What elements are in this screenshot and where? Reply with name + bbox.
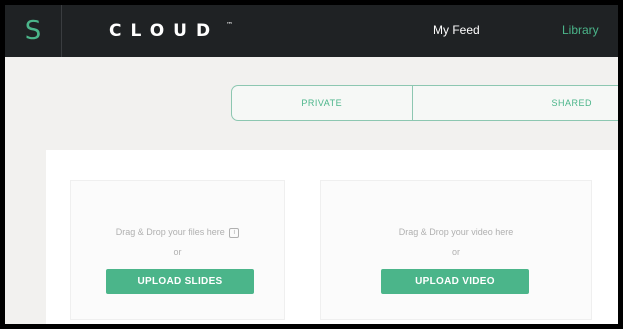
- nav-link-library[interactable]: Library: [562, 23, 599, 37]
- top-navbar: S CLOUD ™ My Feed Library: [5, 5, 618, 57]
- upload-video-button[interactable]: UPLOAD VIDEO: [381, 269, 529, 294]
- slides-drop-text: Drag & Drop your files here i: [71, 227, 284, 238]
- tab-private[interactable]: PRIVATE: [232, 86, 412, 120]
- slides-drop-label: Drag & Drop your files here: [115, 227, 225, 237]
- upload-slides-button[interactable]: UPLOAD SLIDES: [106, 269, 254, 294]
- brand-name: CLOUD: [109, 21, 220, 41]
- info-icon[interactable]: i: [229, 227, 240, 238]
- video-drop-text: Drag & Drop your video here: [398, 227, 514, 237]
- tab-shared[interactable]: SHARED: [411, 86, 619, 120]
- nav-link-my-feed[interactable]: My Feed: [433, 23, 480, 37]
- video-or-text: or: [451, 247, 460, 257]
- video-drop-zone[interactable]: Drag & Drop your video here or UPLOAD VI…: [320, 180, 592, 320]
- upload-panel: Drag & Drop your files here i or UPLOAD …: [46, 150, 618, 324]
- logo-icon[interactable]: S: [5, 5, 62, 57]
- slides-or-text: or: [173, 247, 182, 257]
- app-window: S CLOUD ™ My Feed Library PRIVATE SHARED…: [5, 5, 618, 324]
- trademark-mark: ™: [226, 21, 233, 29]
- slides-drop-zone[interactable]: Drag & Drop your files here i or UPLOAD …: [70, 180, 285, 320]
- visibility-tabs: PRIVATE SHARED: [231, 85, 618, 121]
